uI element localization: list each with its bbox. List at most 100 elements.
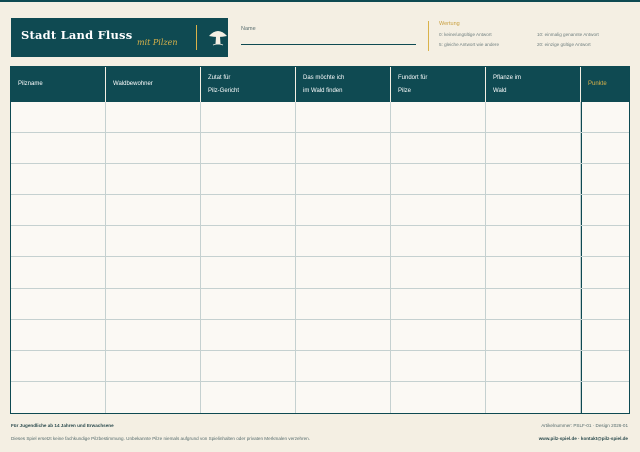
answer-cell[interactable] (106, 195, 201, 226)
answer-cell[interactable] (391, 319, 486, 350)
answer-cell[interactable] (11, 195, 106, 226)
points-cell[interactable] (581, 133, 629, 164)
answer-cell[interactable] (11, 133, 106, 164)
answer-cell[interactable] (296, 381, 391, 413)
footer-age-note: Für Jugendliche ab 14 Jahren und Erwachs… (11, 423, 114, 428)
answer-cell[interactable] (11, 226, 106, 257)
answer-cell[interactable] (486, 133, 581, 164)
answer-cell[interactable] (11, 288, 106, 319)
scoring-divider (428, 21, 429, 51)
answer-cell[interactable] (106, 102, 201, 133)
answer-cell[interactable] (391, 164, 486, 195)
answer-cell[interactable] (486, 257, 581, 288)
table-body (11, 102, 629, 413)
answer-cell[interactable] (201, 350, 296, 381)
answer-cell[interactable] (296, 195, 391, 226)
table-row (11, 133, 629, 165)
column-header-pflanze: Pflanze im Wald (486, 67, 581, 102)
points-cell[interactable] (581, 257, 629, 288)
points-cell[interactable] (581, 350, 629, 381)
table-row (11, 319, 629, 351)
column-header-zutat: Zutat für Pilz-Gericht (201, 67, 296, 102)
answer-cell[interactable] (296, 102, 391, 133)
answer-table: Pilzname Waldbewohner Zutat für Pilz-Geri… (10, 66, 630, 414)
answer-cell[interactable] (11, 102, 106, 133)
points-cell[interactable] (581, 381, 629, 413)
answer-cell[interactable] (391, 195, 486, 226)
table-row (11, 102, 629, 134)
answer-cell[interactable] (391, 133, 486, 164)
table-row (11, 164, 629, 196)
column-header-punkte: Punkte (588, 81, 607, 88)
answer-cell[interactable] (106, 164, 201, 195)
table-row (11, 195, 629, 227)
table-row (11, 288, 629, 320)
answer-cell[interactable] (486, 319, 581, 350)
answer-cell[interactable] (486, 226, 581, 257)
answer-cell[interactable] (106, 226, 201, 257)
logo-banner: Stadt Land Fluss mit Pilzen (11, 18, 228, 57)
answer-cell[interactable] (201, 133, 296, 164)
answer-cell[interactable] (11, 319, 106, 350)
answer-cell[interactable] (486, 102, 581, 133)
answer-cell[interactable] (106, 257, 201, 288)
answer-cell[interactable] (201, 381, 296, 413)
answer-cell[interactable] (201, 102, 296, 133)
footer-disclaimer: Dieses Spiel ersetzt keine fachkundige P… (11, 436, 311, 441)
answer-cell[interactable] (296, 257, 391, 288)
points-cell[interactable] (581, 288, 629, 319)
column-header-waldbewohner: Waldbewohner (106, 67, 201, 102)
answer-cell[interactable] (11, 350, 106, 381)
points-cell[interactable] (581, 195, 629, 226)
answer-cell[interactable] (201, 288, 296, 319)
answer-cell[interactable] (106, 381, 201, 413)
answer-cell[interactable] (486, 381, 581, 413)
answer-cell[interactable] (201, 257, 296, 288)
points-cell[interactable] (581, 319, 629, 350)
answer-cell[interactable] (106, 133, 201, 164)
points-cell[interactable] (581, 102, 629, 133)
scoring-title: Wertung (439, 21, 460, 27)
column-header-fundort: Fundort für Pilze (391, 67, 486, 102)
name-label: Name (241, 26, 256, 32)
answer-cell[interactable] (391, 381, 486, 413)
table-row (11, 350, 629, 382)
answer-cell[interactable] (201, 319, 296, 350)
footer-article-number: Artikelnummer: PSLF-01 · Design 2026-01 (541, 423, 628, 428)
answer-cell[interactable] (486, 195, 581, 226)
answer-cell[interactable] (11, 257, 106, 288)
scoring-item: 5: gleiche Antwort wie andere (439, 42, 500, 47)
answer-cell[interactable] (201, 226, 296, 257)
answer-cell[interactable] (296, 226, 391, 257)
footer-contact: www.pilz-spiel.de · kontakt@pilz-spiel.d… (538, 436, 628, 441)
answer-cell[interactable] (11, 164, 106, 195)
answer-cell[interactable] (391, 226, 486, 257)
table-header: Pilzname Waldbewohner Zutat für Pilz-Geri… (11, 67, 629, 102)
game-subtitle: mit Pilzen (137, 38, 178, 47)
answer-cell[interactable] (486, 164, 581, 195)
answer-cell[interactable] (201, 195, 296, 226)
scoring-item: 20: einzige gültige Antwort (537, 42, 591, 47)
answer-cell[interactable] (296, 133, 391, 164)
answer-cell[interactable] (486, 350, 581, 381)
scoring-item: 10: einmalig genannte Antwort (537, 32, 599, 37)
answer-cell[interactable] (391, 350, 486, 381)
answer-cell[interactable] (106, 319, 201, 350)
answer-cell[interactable] (296, 319, 391, 350)
answer-cell[interactable] (296, 350, 391, 381)
answer-cell[interactable] (106, 288, 201, 319)
answer-cell[interactable] (391, 288, 486, 319)
answer-cell[interactable] (296, 288, 391, 319)
answer-cell[interactable] (391, 257, 486, 288)
answer-cell[interactable] (486, 288, 581, 319)
answer-cell[interactable] (106, 350, 201, 381)
points-cell[interactable] (581, 164, 629, 195)
answer-cell[interactable] (391, 102, 486, 133)
name-field[interactable] (241, 44, 416, 45)
answer-cell[interactable] (296, 164, 391, 195)
answer-cell[interactable] (11, 381, 106, 413)
points-cell[interactable] (581, 226, 629, 257)
column-header-pilzname: Pilzname (11, 67, 106, 102)
table-row (11, 381, 629, 413)
answer-cell[interactable] (201, 164, 296, 195)
